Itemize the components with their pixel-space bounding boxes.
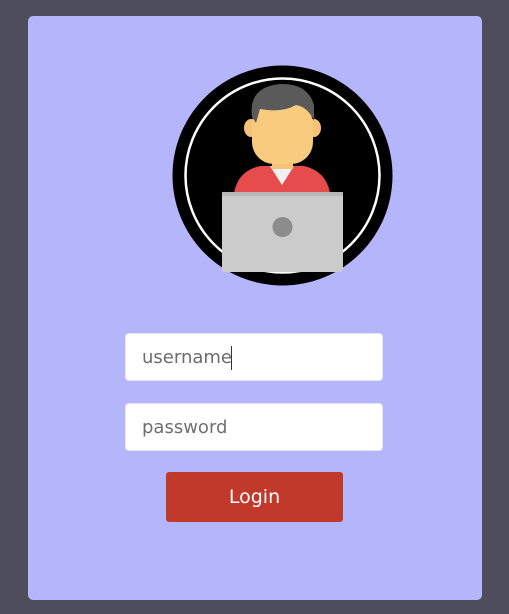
username-input[interactable] [125, 333, 383, 381]
login-page: Login [0, 0, 509, 614]
password-input[interactable] [125, 403, 383, 451]
person-with-laptop-icon [172, 65, 393, 286]
text-cursor [231, 346, 232, 370]
login-button[interactable]: Login [166, 472, 343, 522]
avatar-illustration [172, 65, 393, 286]
